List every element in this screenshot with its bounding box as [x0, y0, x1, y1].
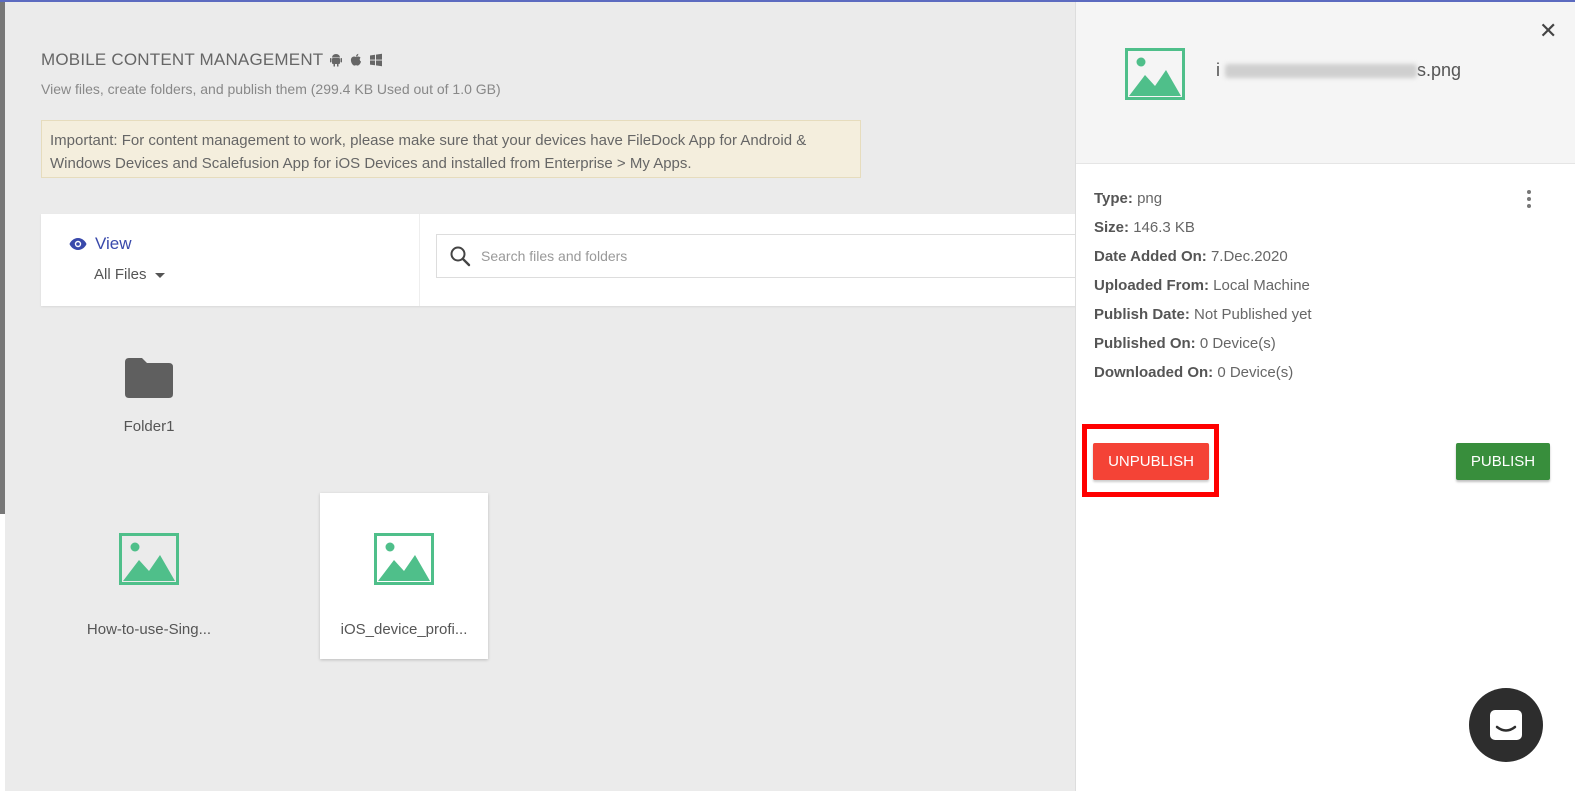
chat-icon — [1490, 710, 1522, 740]
property-published-on: Published On: 0 Device(s) — [1094, 329, 1312, 358]
property-value: png — [1137, 190, 1163, 207]
property-date-added: Date Added On: 7.Dec.2020 — [1094, 242, 1312, 271]
search-input[interactable] — [479, 247, 1043, 265]
apple-icon — [351, 53, 362, 66]
content-area: MOBILE CONTENT MANAGEMENT View files, cr… — [5, 2, 1080, 791]
file-filter-dropdown[interactable]: All Files — [94, 266, 165, 283]
details-filename: i s.png — [1216, 60, 1461, 81]
property-label: Type: — [1094, 190, 1133, 207]
property-value: 146.3 KB — [1133, 219, 1195, 236]
page-header: MOBILE CONTENT MANAGEMENT — [41, 50, 383, 70]
unpublish-button[interactable]: UNPUBLISH — [1093, 443, 1209, 480]
file-name: How-to-use-Sing... — [86, 621, 212, 638]
property-label: Publish Date: — [1094, 306, 1190, 323]
windows-icon — [370, 53, 383, 67]
image-file-icon — [1125, 48, 1185, 100]
property-value: 0 Device(s) — [1217, 364, 1294, 381]
redacted-text — [1225, 64, 1418, 79]
image-file-icon — [374, 533, 434, 585]
property-publish-date: Publish Date: Not Published yet — [1094, 300, 1312, 329]
folder-icon — [125, 358, 173, 398]
chat-launcher-button[interactable] — [1469, 688, 1543, 762]
property-label: Size: — [1094, 219, 1130, 236]
android-icon — [330, 54, 343, 67]
property-label: Downloaded On: — [1094, 364, 1214, 381]
page-title: MOBILE CONTENT MANAGEMENT — [41, 50, 324, 69]
close-icon[interactable]: ✕ — [1539, 18, 1557, 44]
property-value: 0 Device(s) — [1199, 335, 1276, 352]
property-downloaded-on: Downloaded On: 0 Device(s) — [1094, 358, 1312, 387]
file-name: iOS_device_profi... — [340, 621, 468, 638]
property-uploaded-from: Uploaded From: Local Machine — [1094, 271, 1312, 300]
view-panel: View All Files — [41, 214, 420, 306]
important-notice: Important: For content management to wor… — [41, 120, 861, 178]
filter-value: All Files — [94, 266, 147, 283]
property-size: Size: 146.3 KB — [1094, 213, 1312, 242]
search-icon — [450, 246, 471, 267]
search-box — [436, 234, 1080, 278]
eye-icon — [69, 238, 87, 250]
filename-prefix: i — [1216, 60, 1220, 80]
details-header: i s.png ✕ — [1076, 2, 1575, 164]
property-label: Published On: — [1094, 335, 1196, 352]
property-label: Uploaded From: — [1094, 277, 1209, 294]
more-options-icon[interactable] — [1525, 188, 1533, 210]
file-item[interactable]: How-to-use-Sing... — [65, 493, 233, 659]
view-label: View — [95, 234, 132, 253]
filename-suffix: s.png — [1417, 60, 1462, 80]
file-details-panel: i s.png ✕ Type: png Size: 146.3 KB Date … — [1075, 2, 1575, 791]
property-type: Type: png — [1094, 184, 1312, 213]
files-toolbar: View All Files — [41, 214, 1080, 306]
file-properties: Type: png Size: 146.3 KB Date Added On: … — [1094, 184, 1312, 387]
property-value: Not Published yet — [1194, 306, 1312, 323]
chevron-down-icon — [154, 273, 165, 278]
view-button[interactable]: View — [69, 234, 132, 254]
page-subtitle: View files, create folders, and publish … — [41, 81, 501, 97]
folder-item[interactable]: Folder1 — [65, 348, 233, 435]
property-label: Date Added On: — [1094, 248, 1207, 265]
image-file-icon — [119, 533, 179, 585]
folder-name: Folder1 — [123, 418, 175, 435]
property-value: Local Machine — [1213, 277, 1310, 294]
publish-button[interactable]: PUBLISH — [1456, 443, 1550, 480]
file-item-selected[interactable]: iOS_device_profi... — [320, 493, 488, 659]
property-value: 7.Dec.2020 — [1210, 248, 1288, 265]
